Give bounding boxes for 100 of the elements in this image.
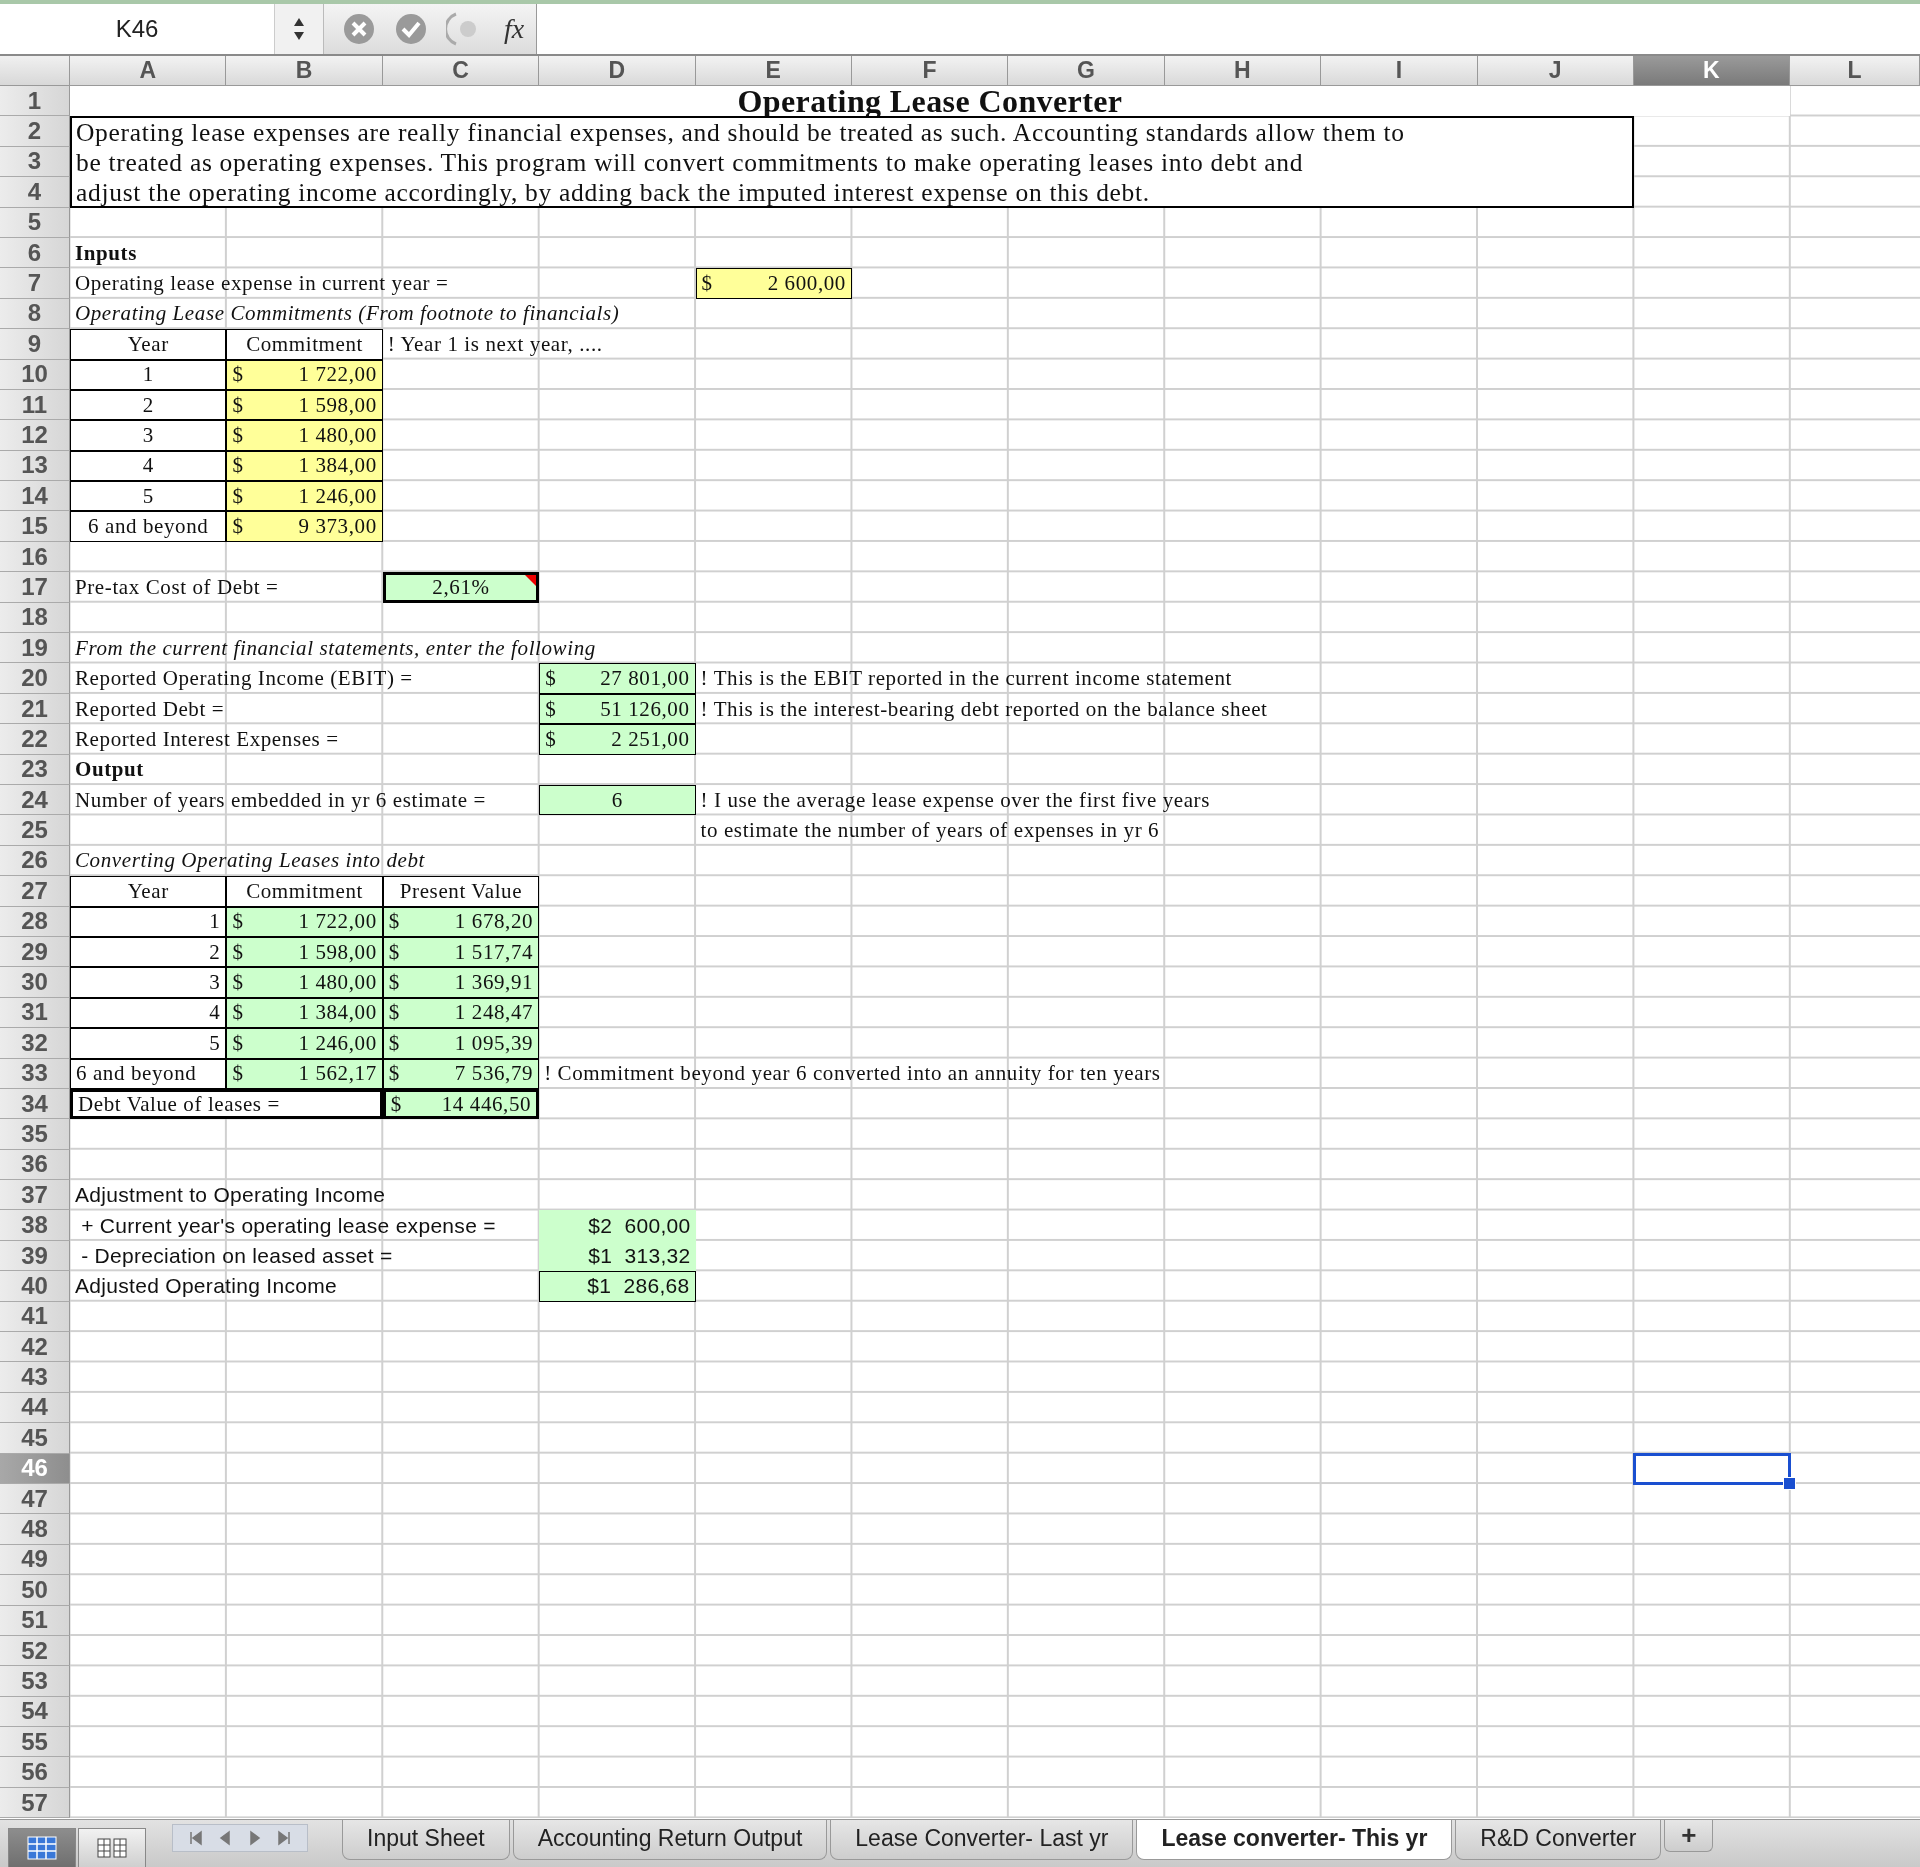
next-sheet-icon[interactable] <box>247 1829 263 1847</box>
currency-sign: $ <box>232 514 244 540</box>
row-header[interactable]: 15 <box>0 511 70 542</box>
row-header[interactable]: 48 <box>0 1514 70 1545</box>
row-header[interactable]: 5 <box>0 207 70 238</box>
currency-sign: $ <box>701 271 713 297</box>
row-header[interactable]: 23 <box>0 754 70 785</box>
column-header[interactable]: E <box>695 56 852 86</box>
column-header[interactable]: A <box>70 56 227 86</box>
row-header[interactable]: 40 <box>0 1271 70 1302</box>
column-header[interactable]: D <box>539 56 696 86</box>
currency-sign: $ <box>232 970 244 995</box>
row-header[interactable]: 21 <box>0 693 70 725</box>
column-header[interactable]: I <box>1321 56 1478 86</box>
row-header[interactable]: 39 <box>0 1240 70 1272</box>
row-header[interactable]: 6 <box>0 237 70 269</box>
column-header[interactable]: J <box>1477 56 1634 86</box>
row-header[interactable]: 36 <box>0 1149 70 1181</box>
select-all-button[interactable] <box>0 56 70 86</box>
row-header[interactable]: 32 <box>0 1028 70 1059</box>
row-header[interactable]: 9 <box>0 329 70 360</box>
row-header[interactable]: 52 <box>0 1635 70 1667</box>
currency-sign: $ <box>232 1061 244 1087</box>
check-icon[interactable] <box>394 12 428 46</box>
row-header[interactable]: 20 <box>0 663 70 694</box>
row-header[interactable]: 41 <box>0 1301 70 1332</box>
cell-value: 1 598,00 <box>298 939 377 965</box>
row-header[interactable]: 26 <box>0 845 70 877</box>
column-header[interactable]: B <box>226 56 383 86</box>
row-header[interactable]: 44 <box>0 1392 70 1424</box>
row-header[interactable]: 47 <box>0 1483 70 1515</box>
row-header[interactable]: 12 <box>0 420 70 451</box>
view-button[interactable] <box>8 1828 76 1867</box>
row-header[interactable]: 10 <box>0 359 70 390</box>
row-header[interactable]: 49 <box>0 1544 70 1576</box>
row-header[interactable]: 51 <box>0 1605 70 1636</box>
row-header[interactable]: 53 <box>0 1666 70 1697</box>
row-header[interactable]: 55 <box>0 1727 70 1758</box>
row-header[interactable]: 43 <box>0 1362 70 1393</box>
column-header[interactable]: K <box>1633 56 1790 86</box>
table-cell-text: Number of years embedded in yr 6 estimate = <box>74 786 487 814</box>
cell-value: 1 369,91 <box>454 970 534 995</box>
table-cell: 6 <box>539 785 696 816</box>
row-header[interactable]: 50 <box>0 1575 70 1606</box>
row-header[interactable]: 3 <box>0 146 70 178</box>
currency-sign: $ <box>388 939 400 965</box>
row-header[interactable]: 34 <box>0 1088 70 1120</box>
table-cell: $2 600,00 <box>539 1210 696 1241</box>
description-line: be treated as operating expenses. This program will convert commitments to make operating leases into debt and <box>76 148 1305 179</box>
currency-sign: $ <box>232 362 244 388</box>
column-header[interactable]: L <box>1789 56 1920 86</box>
table-cell: 2 <box>70 936 227 968</box>
row-header[interactable]: 17 <box>0 572 70 603</box>
previous-sheet-icon[interactable] <box>217 1829 233 1847</box>
row-header[interactable]: 31 <box>0 997 70 1029</box>
row-header[interactable]: 7 <box>0 268 70 299</box>
row-header[interactable]: 14 <box>0 481 70 512</box>
row-header[interactable]: 13 <box>0 450 70 482</box>
sheet-tab[interactable]: Input Sheet <box>342 1820 510 1860</box>
row-header[interactable]: 30 <box>0 967 70 998</box>
column-header[interactable]: G <box>1008 56 1165 86</box>
add-sheet-button[interactable]: + <box>1664 1820 1714 1852</box>
fill-handle[interactable] <box>1782 1476 1796 1490</box>
cancel-icon[interactable] <box>342 12 376 46</box>
row-header[interactable]: 56 <box>0 1757 70 1788</box>
row-header[interactable]: 57 <box>0 1787 70 1819</box>
row-header[interactable]: 33 <box>0 1058 70 1089</box>
row-header[interactable]: 8 <box>0 298 70 330</box>
row-header[interactable]: 19 <box>0 633 70 664</box>
row-header[interactable]: 11 <box>0 389 70 421</box>
row-header[interactable]: 35 <box>0 1119 70 1150</box>
last-sheet-icon[interactable] <box>277 1829 293 1847</box>
row-header[interactable]: 1 <box>0 86 70 117</box>
row-header[interactable]: 38 <box>0 1210 70 1241</box>
row-header[interactable]: 24 <box>0 785 70 816</box>
row-header[interactable]: 27 <box>0 876 70 907</box>
column-header[interactable]: H <box>1164 56 1322 86</box>
row-header[interactable]: 22 <box>0 724 70 755</box>
row-header[interactable]: 4 <box>0 177 70 208</box>
row-header[interactable]: 16 <box>0 541 70 573</box>
view-button[interactable] <box>78 1828 146 1867</box>
sheet-tab[interactable]: Lease Converter- Last yr <box>830 1820 1134 1860</box>
column-header[interactable]: F <box>851 56 1009 86</box>
first-sheet-icon[interactable] <box>187 1829 203 1847</box>
row-header[interactable]: 42 <box>0 1332 70 1363</box>
row-header[interactable]: 25 <box>0 815 70 846</box>
row-header[interactable]: 37 <box>0 1180 70 1211</box>
row-header[interactable]: 2 <box>0 116 70 147</box>
row-header[interactable]: 54 <box>0 1696 70 1728</box>
table-cell-text: Output <box>74 756 145 784</box>
sheet-tab[interactable]: Accounting Return Output <box>512 1820 828 1860</box>
row-header[interactable]: 18 <box>0 602 70 634</box>
column-header[interactable]: C <box>382 56 540 86</box>
sheet-tab[interactable]: R&D Converter <box>1455 1820 1662 1860</box>
row-header[interactable]: 29 <box>0 936 70 968</box>
stepper-icon[interactable] <box>292 16 306 42</box>
row-header[interactable]: 28 <box>0 906 70 937</box>
function-button[interactable]: fx <box>504 13 525 45</box>
row-header[interactable]: 45 <box>0 1423 70 1454</box>
sheet-tab[interactable]: Lease converter- This yr <box>1136 1820 1453 1860</box>
